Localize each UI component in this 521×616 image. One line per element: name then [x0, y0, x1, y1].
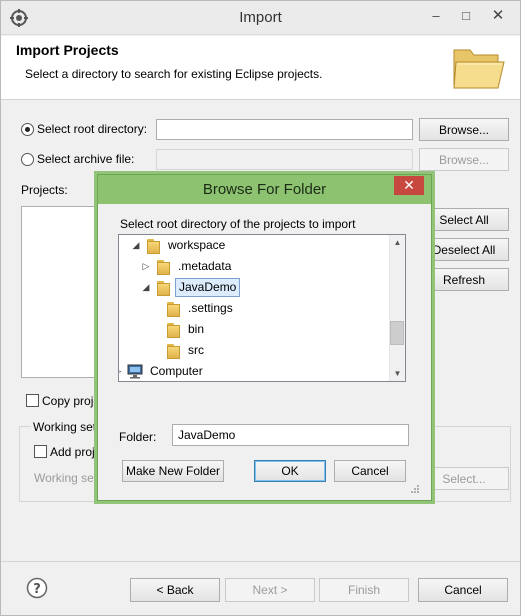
minimize-icon: –: [432, 8, 440, 23]
tree-item[interactable]: bin: [119, 320, 387, 339]
folder-icon: [155, 260, 171, 275]
projects-label: Projects:: [21, 183, 68, 197]
scrollbar-thumb[interactable]: [390, 321, 404, 345]
root-directory-radio[interactable]: [21, 123, 34, 136]
archive-file-label: Select archive file:: [37, 152, 135, 166]
collapsed-arrow-icon[interactable]: ▷: [119, 362, 123, 381]
wizard-banner: Import Projects Select a directory to se…: [1, 36, 520, 100]
select-working-sets-button[interactable]: Select...: [419, 467, 509, 490]
maximize-icon: □: [462, 8, 470, 23]
folder-icon: [165, 344, 181, 359]
open-folder-icon: [453, 49, 505, 89]
scroll-up-arrow-icon[interactable]: ▲: [389, 235, 405, 250]
browse-archive-button[interactable]: Browse...: [419, 148, 509, 171]
folder-icon: [145, 239, 161, 254]
tree-scrollbar[interactable]: [389, 235, 405, 381]
close-icon: ✕: [403, 177, 415, 193]
projects-list[interactable]: [21, 206, 101, 378]
working-sets-label: Working sets: [31, 420, 105, 434]
expanded-arrow-icon[interactable]: ◢: [141, 278, 151, 297]
browse-root-button[interactable]: Browse...: [419, 118, 509, 141]
tree-item-label: bin: [188, 322, 205, 336]
folder-icon: [165, 302, 181, 317]
tree-item[interactable]: ▷ Computer: [119, 362, 387, 381]
tree-item-label: .settings: [188, 301, 233, 315]
expanded-arrow-icon[interactable]: ◢: [131, 236, 141, 255]
dialog-cancel-button[interactable]: Cancel: [334, 460, 406, 482]
folder-icon: [165, 323, 181, 338]
close-button[interactable]: ✕: [485, 5, 511, 27]
resize-grip-icon[interactable]: [410, 484, 420, 494]
tree-item[interactable]: ▷ .metadata: [119, 257, 387, 276]
computer-icon: [127, 364, 143, 379]
folder-icon: [155, 281, 171, 296]
working-sets-field-label: Working set: [34, 471, 98, 485]
archive-file-input[interactable]: [156, 149, 413, 170]
root-directory-label: Select root directory:: [37, 122, 148, 136]
back-button[interactable]: < Back: [130, 578, 220, 602]
footer-divider: [1, 561, 520, 562]
copy-projects-checkbox[interactable]: [26, 394, 39, 407]
dialog-title-bar: Browse For Folder ✕: [98, 175, 431, 204]
svg-text:?: ?: [33, 582, 41, 597]
refresh-button[interactable]: Refresh: [419, 268, 509, 291]
folder-label: Folder:: [119, 430, 157, 444]
archive-file-radio[interactable]: [21, 153, 34, 166]
browse-folder-dialog: Browse For Folder ✕ Select root director…: [97, 174, 432, 501]
tree-item[interactable]: .settings: [119, 299, 387, 318]
dialog-close-button[interactable]: ✕: [394, 176, 424, 195]
close-icon: ✕: [491, 7, 505, 24]
select-all-button[interactable]: Select All: [419, 208, 509, 231]
make-new-folder-button[interactable]: Make New Folder: [122, 460, 224, 482]
cancel-button[interactable]: Cancel: [418, 578, 508, 602]
maximize-button[interactable]: □: [453, 5, 479, 27]
tree-item-label: Computer: [150, 364, 203, 378]
dialog-instruction: Select root directory of the projects to…: [120, 217, 356, 231]
dialog-ok-button[interactable]: OK: [254, 460, 326, 482]
folder-tree[interactable]: ◢ workspace ▷ .metadata ◢ JavaDemo .settings bi…: [118, 234, 406, 382]
tree-item-label: JavaDemo: [175, 278, 241, 297]
tree-item-label: src: [188, 343, 204, 357]
tree-item-label: .metadata: [178, 259, 232, 273]
deselect-all-button[interactable]: Deselect All: [419, 238, 509, 261]
collapsed-arrow-icon[interactable]: ▷: [141, 257, 151, 276]
folder-input[interactable]: [172, 424, 409, 446]
root-directory-input[interactable]: [156, 119, 413, 140]
banner-description: Select a directory to search for existin…: [25, 67, 323, 81]
banner-title: Import Projects: [16, 42, 119, 58]
tree-item[interactable]: src: [119, 341, 387, 360]
finish-button[interactable]: Finish: [319, 578, 409, 602]
title-bar: Import – □ ✕: [1, 1, 520, 35]
dialog-title: Browse For Folder: [202, 181, 327, 198]
add-to-working-sets-label: Add proje: [50, 445, 102, 459]
add-to-working-sets-checkbox[interactable]: [34, 445, 47, 458]
tree-item[interactable]: ◢ workspace: [119, 236, 387, 255]
help-icon[interactable]: ?: [26, 577, 48, 599]
scroll-down-arrow-icon[interactable]: ▼: [389, 366, 405, 381]
next-button[interactable]: Next >: [225, 578, 315, 602]
copy-projects-label: Copy proje: [42, 394, 101, 408]
tree-item-label: workspace: [168, 238, 226, 252]
minimize-button[interactable]: –: [423, 5, 449, 27]
tree-item[interactable]: ◢ JavaDemo: [119, 278, 387, 297]
